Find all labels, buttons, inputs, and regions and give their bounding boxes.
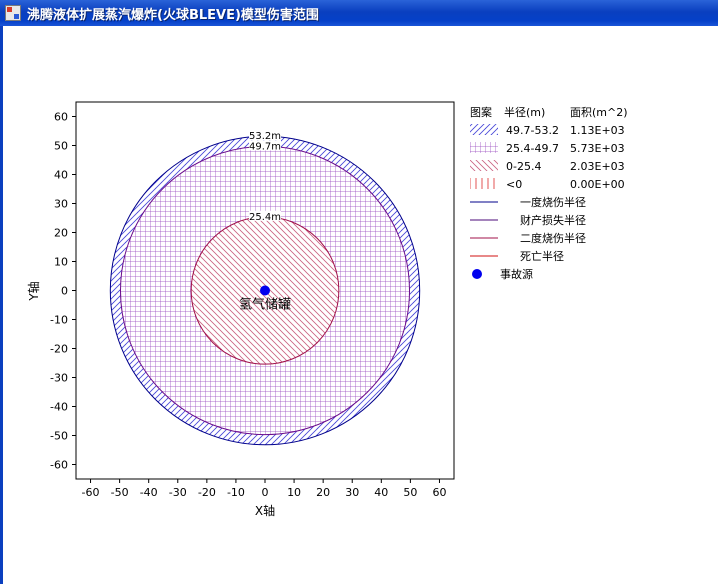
x-tick-label: -20 — [198, 486, 216, 499]
y-tick-label: 50 — [54, 140, 68, 153]
y-tick-label: -30 — [50, 372, 68, 385]
y-tick-label: 30 — [54, 198, 68, 211]
y-tick-label: 10 — [54, 256, 68, 269]
x-tick-label: -40 — [140, 486, 158, 499]
y-tick-label: -20 — [50, 343, 68, 356]
x-tick-label: 50 — [403, 486, 417, 499]
x-tick-label: -60 — [82, 486, 100, 499]
y-tick-label: 40 — [54, 169, 68, 182]
x-tick-label: 40 — [374, 486, 388, 499]
x-tick-label: -50 — [111, 486, 129, 499]
legend-header: 图案 — [470, 105, 492, 119]
legend-line-label: 二度烧伤半径 — [520, 231, 586, 245]
legend-range: 25.4-49.7 — [506, 142, 559, 155]
legend-line-label: 一度烧伤半径 — [520, 195, 586, 209]
y-tick-label: -60 — [50, 459, 68, 472]
x-tick-label: 20 — [316, 486, 330, 499]
plot-area: 53.2m49.7m25.4m氢气储罐 — [75, 101, 455, 480]
legend-area: 0.00E+00 — [570, 178, 625, 191]
x-tick-label: 0 — [262, 486, 269, 499]
legend-range: <0 — [506, 178, 522, 191]
x-tick-label: 10 — [287, 486, 301, 499]
legend-range: 0-25.4 — [506, 160, 541, 173]
legend-source-label: 事故源 — [500, 267, 533, 281]
app-icon[interactable] — [5, 5, 21, 21]
legend-range: 49.7-53.2 — [506, 124, 559, 137]
x-tick-label: 30 — [345, 486, 359, 499]
legend-swatch — [470, 142, 498, 153]
x-axis-title: X轴 — [255, 503, 275, 518]
legend-swatch — [470, 124, 498, 135]
y-tick-label: 20 — [54, 227, 68, 240]
legend-area: 2.03E+03 — [570, 160, 625, 173]
legend-line-label: 死亡半径 — [520, 249, 564, 263]
damage-range-chart: 53.2m49.7m25.4m氢气储罐 -60 -50 -40 -30 -20 -10 0 1… — [26, 101, 628, 518]
window-title: 沸腾液体扩展蒸汽爆炸(火球BLEVE)模型伤害范围 — [27, 7, 319, 23]
x-tick-label: -10 — [227, 486, 245, 499]
legend-line-label: 财产损失半径 — [520, 213, 586, 227]
y-tick-label: 0 — [61, 285, 68, 298]
legend-swatch — [470, 160, 498, 171]
source-label: 氢气储罐 — [239, 297, 291, 313]
x-tick-label: -30 — [169, 486, 187, 499]
y-tick-label: -10 — [50, 314, 68, 327]
x-tick-label: 60 — [432, 486, 446, 499]
legend-area: 1.13E+03 — [570, 124, 625, 137]
radius-label: 49.7m — [249, 141, 281, 152]
legend: 图案 半径(m) 面积(m^2) 49.7-53.2 1.13E+03 25.4-49.7… — [470, 105, 628, 281]
y-tick-label: -40 — [50, 401, 68, 414]
accident-source-marker — [260, 285, 270, 296]
legend-header: 半径(m) — [504, 105, 545, 119]
radius-label: 25.4m — [249, 212, 281, 223]
legend-area: 5.73E+03 — [570, 142, 625, 155]
y-tick-label: -50 — [50, 430, 68, 443]
window-title-bar[interactable]: 沸腾液体扩展蒸汽爆炸(火球BLEVE)模型伤害范围 — [0, 0, 718, 26]
legend-source-marker — [472, 269, 482, 279]
legend-header: 面积(m^2) — [570, 106, 628, 119]
y-axis-title: Y轴 — [26, 281, 41, 301]
y-tick-label: 60 — [54, 111, 68, 124]
legend-swatch — [470, 178, 498, 189]
